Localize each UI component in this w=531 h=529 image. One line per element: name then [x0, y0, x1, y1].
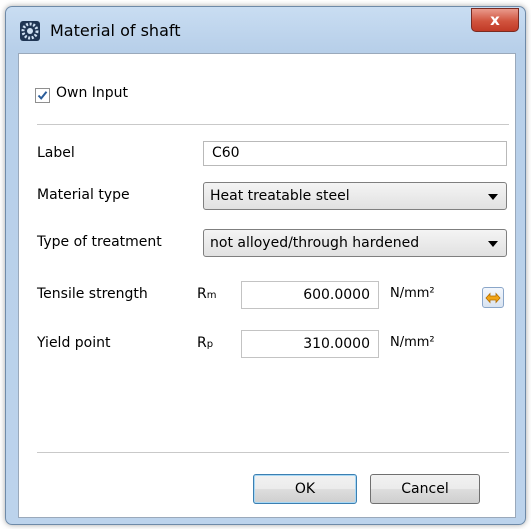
- bottom-separator: [37, 452, 509, 453]
- yield-symbol-r: R: [197, 335, 207, 351]
- label-field-label: Label: [37, 145, 75, 161]
- swap-arrows-icon: [485, 291, 501, 304]
- dialog-content: Own Input Label C60 Material type Heat t…: [18, 53, 516, 518]
- cancel-button[interactable]: Cancel: [370, 474, 480, 504]
- tensile-symbol-sub: m: [206, 290, 217, 301]
- yield-unit: N/mm²: [390, 335, 435, 350]
- treatment-value: not alloyed/through hardened: [210, 235, 420, 251]
- tensile-strength-input[interactable]: 600.0000: [241, 281, 379, 309]
- tensile-symbol: Rm: [197, 286, 216, 302]
- material-type-label: Material type: [37, 187, 130, 203]
- label-input[interactable]: C60: [203, 141, 507, 166]
- yield-symbol-sub: p: [206, 339, 214, 350]
- title-bar[interactable]: Material of shaft x: [6, 7, 525, 53]
- dropdown-arrow-icon: [488, 194, 498, 200]
- ok-button[interactable]: OK: [253, 474, 357, 504]
- yield-symbol: Rp: [197, 335, 213, 351]
- gear-app-icon: [20, 21, 40, 41]
- treatment-label: Type of treatment: [37, 234, 162, 250]
- own-input-checkbox[interactable]: [35, 88, 50, 103]
- own-input-label: Own Input: [56, 85, 129, 101]
- close-button[interactable]: x: [471, 8, 519, 32]
- close-icon: x: [490, 11, 500, 29]
- material-type-select[interactable]: Heat treatable steel: [203, 182, 507, 210]
- treatment-select[interactable]: not alloyed/through hardened: [203, 229, 507, 257]
- window-title: Material of shaft: [50, 21, 181, 40]
- material-type-value: Heat treatable steel: [210, 188, 350, 204]
- tensile-unit: N/mm²: [390, 286, 435, 301]
- dialog-window: Material of shaft x Own Input Label C60 …: [5, 6, 526, 525]
- top-separator: [37, 124, 509, 125]
- checkmark-icon: [37, 91, 48, 100]
- dropdown-arrow-icon: [488, 241, 498, 247]
- tensile-symbol-r: R: [197, 286, 207, 302]
- yield-point-label: Yield point: [37, 335, 111, 351]
- yield-point-input[interactable]: 310.0000: [241, 330, 379, 358]
- swap-button[interactable]: [482, 287, 504, 308]
- tensile-strength-label: Tensile strength: [37, 286, 148, 302]
